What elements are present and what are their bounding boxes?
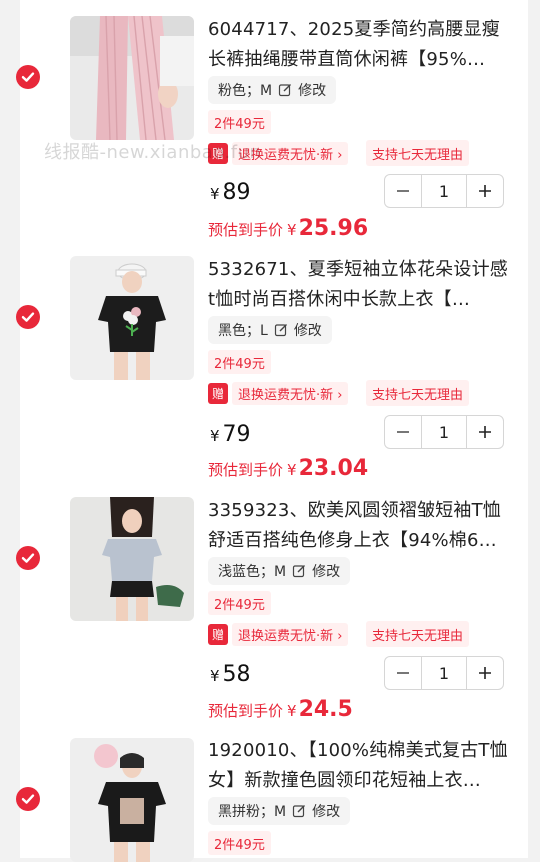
product-image[interactable] <box>70 16 194 140</box>
gift-badge: 赠 <box>208 382 229 404</box>
gift-row[interactable]: 赠 退换运费无忧·新 › <box>208 381 349 405</box>
decrease-button[interactable] <box>385 657 421 689</box>
currency-symbol: ¥ <box>287 221 297 239</box>
edit-label: 修改 <box>298 83 327 99</box>
edit-icon <box>274 324 287 337</box>
sku-selector[interactable]: 黑色；L 修改 <box>208 316 332 344</box>
sku-value: 黑拼粉；M <box>218 804 287 820</box>
select-checkbox[interactable] <box>16 546 40 570</box>
quantity-stepper[interactable]: 1 <box>384 656 504 690</box>
estimated-price: 预估到手价 ¥ 23.04 <box>208 456 368 481</box>
price: ¥ 79 <box>210 422 251 447</box>
price-value: 79 <box>222 422 251 447</box>
minus-icon <box>397 431 409 433</box>
return-policy-tag: 支持七天无理由 <box>366 140 470 166</box>
sku-selector[interactable]: 粉色；M 修改 <box>208 76 337 104</box>
check-icon <box>21 72 35 82</box>
increase-button[interactable] <box>467 416 503 448</box>
currency-symbol: ¥ <box>287 702 297 720</box>
edit-icon <box>292 805 306 818</box>
estimated-price-label: 预估到手价 <box>208 221 284 239</box>
product-title[interactable]: 3359323、欧美风圆领褶皱短袖T恤舒适百搭纯色修身上衣【94%棉6… <box>208 496 508 556</box>
edit-icon <box>278 84 292 97</box>
select-checkbox[interactable] <box>16 65 40 89</box>
gift-text: 退换运费无忧·新 › <box>232 622 349 646</box>
edit-label: 修改 <box>312 804 341 820</box>
estimated-price-label: 预估到手价 <box>208 702 284 720</box>
quantity-stepper[interactable]: 1 <box>384 415 504 449</box>
estimated-price-value: 24.5 <box>298 697 353 722</box>
currency-symbol: ¥ <box>210 667 220 685</box>
quantity-input[interactable]: 1 <box>421 416 467 448</box>
select-checkbox[interactable] <box>16 305 40 329</box>
plus-icon <box>479 426 491 438</box>
gift-badge: 赠 <box>208 623 229 645</box>
product-image[interactable] <box>70 738 194 862</box>
plus-icon <box>479 667 491 679</box>
promo-tag: 2件49元 <box>208 110 271 134</box>
price-value: 58 <box>222 662 251 687</box>
return-policy-tag: 支持七天无理由 <box>366 380 470 406</box>
edit-icon <box>292 565 306 578</box>
product-image[interactable] <box>70 497 194 621</box>
product-image[interactable] <box>70 256 194 380</box>
check-icon <box>21 553 35 563</box>
increase-button[interactable] <box>467 175 503 207</box>
decrease-button[interactable] <box>385 175 421 207</box>
currency-symbol: ¥ <box>287 461 297 479</box>
sku-value: 粉色；M <box>218 83 273 99</box>
gift-text: 退换运费无忧·新 › <box>232 381 349 405</box>
sku-selector[interactable]: 黑拼粉；M 修改 <box>208 797 351 825</box>
gift-row[interactable]: 赠 退换运费无忧·新 › <box>208 622 349 646</box>
select-checkbox[interactable] <box>16 787 40 811</box>
gift-text: 退换运费无忧·新 › <box>232 141 349 165</box>
product-title[interactable]: 6044717、2025夏季简约高腰显瘦长裤抽绳腰带直筒休闲裤【95%… <box>208 15 508 75</box>
quantity-input[interactable]: 1 <box>421 175 467 207</box>
quantity-input[interactable]: 1 <box>421 657 467 689</box>
decrease-button[interactable] <box>385 416 421 448</box>
estimated-price-value: 23.04 <box>298 456 369 481</box>
edit-label: 修改 <box>312 564 341 580</box>
estimated-price: 预估到手价 ¥ 24.5 <box>208 697 353 722</box>
sku-value: 浅蓝色；M <box>218 564 287 580</box>
estimated-price-value: 25.96 <box>298 216 369 241</box>
quantity-stepper[interactable]: 1 <box>384 174 504 208</box>
price-value: 89 <box>222 180 251 205</box>
edit-label: 修改 <box>293 323 322 339</box>
sku-value: 黑色；L <box>218 323 268 339</box>
promo-tag: 2件49元 <box>208 831 271 855</box>
gift-row[interactable]: 赠 退换运费无忧·新 › <box>208 141 349 165</box>
check-icon <box>21 794 35 804</box>
currency-symbol: ¥ <box>210 185 220 203</box>
currency-symbol: ¥ <box>210 427 220 445</box>
plus-icon <box>479 185 491 197</box>
price: ¥ 58 <box>210 662 251 687</box>
check-icon <box>21 312 35 322</box>
estimated-price-label: 预估到手价 <box>208 461 284 479</box>
product-title[interactable]: 1920010、【100%纯棉美式复古T恤女】新款撞色圆领印花短袖上衣… <box>208 736 508 796</box>
increase-button[interactable] <box>467 657 503 689</box>
price: ¥ 89 <box>210 180 251 205</box>
promo-tag: 2件49元 <box>208 350 271 374</box>
promo-tag: 2件49元 <box>208 591 271 615</box>
sku-selector[interactable]: 浅蓝色；M 修改 <box>208 557 351 585</box>
estimated-price: 预估到手价 ¥ 25.96 <box>208 216 368 241</box>
product-title[interactable]: 5332671、夏季短袖立体花朵设计感t恤时尚百搭休闲中长款上衣【… <box>208 255 508 315</box>
gift-badge: 赠 <box>208 142 229 164</box>
return-policy-tag: 支持七天无理由 <box>366 621 470 647</box>
minus-icon <box>397 190 409 192</box>
minus-icon <box>397 672 409 674</box>
